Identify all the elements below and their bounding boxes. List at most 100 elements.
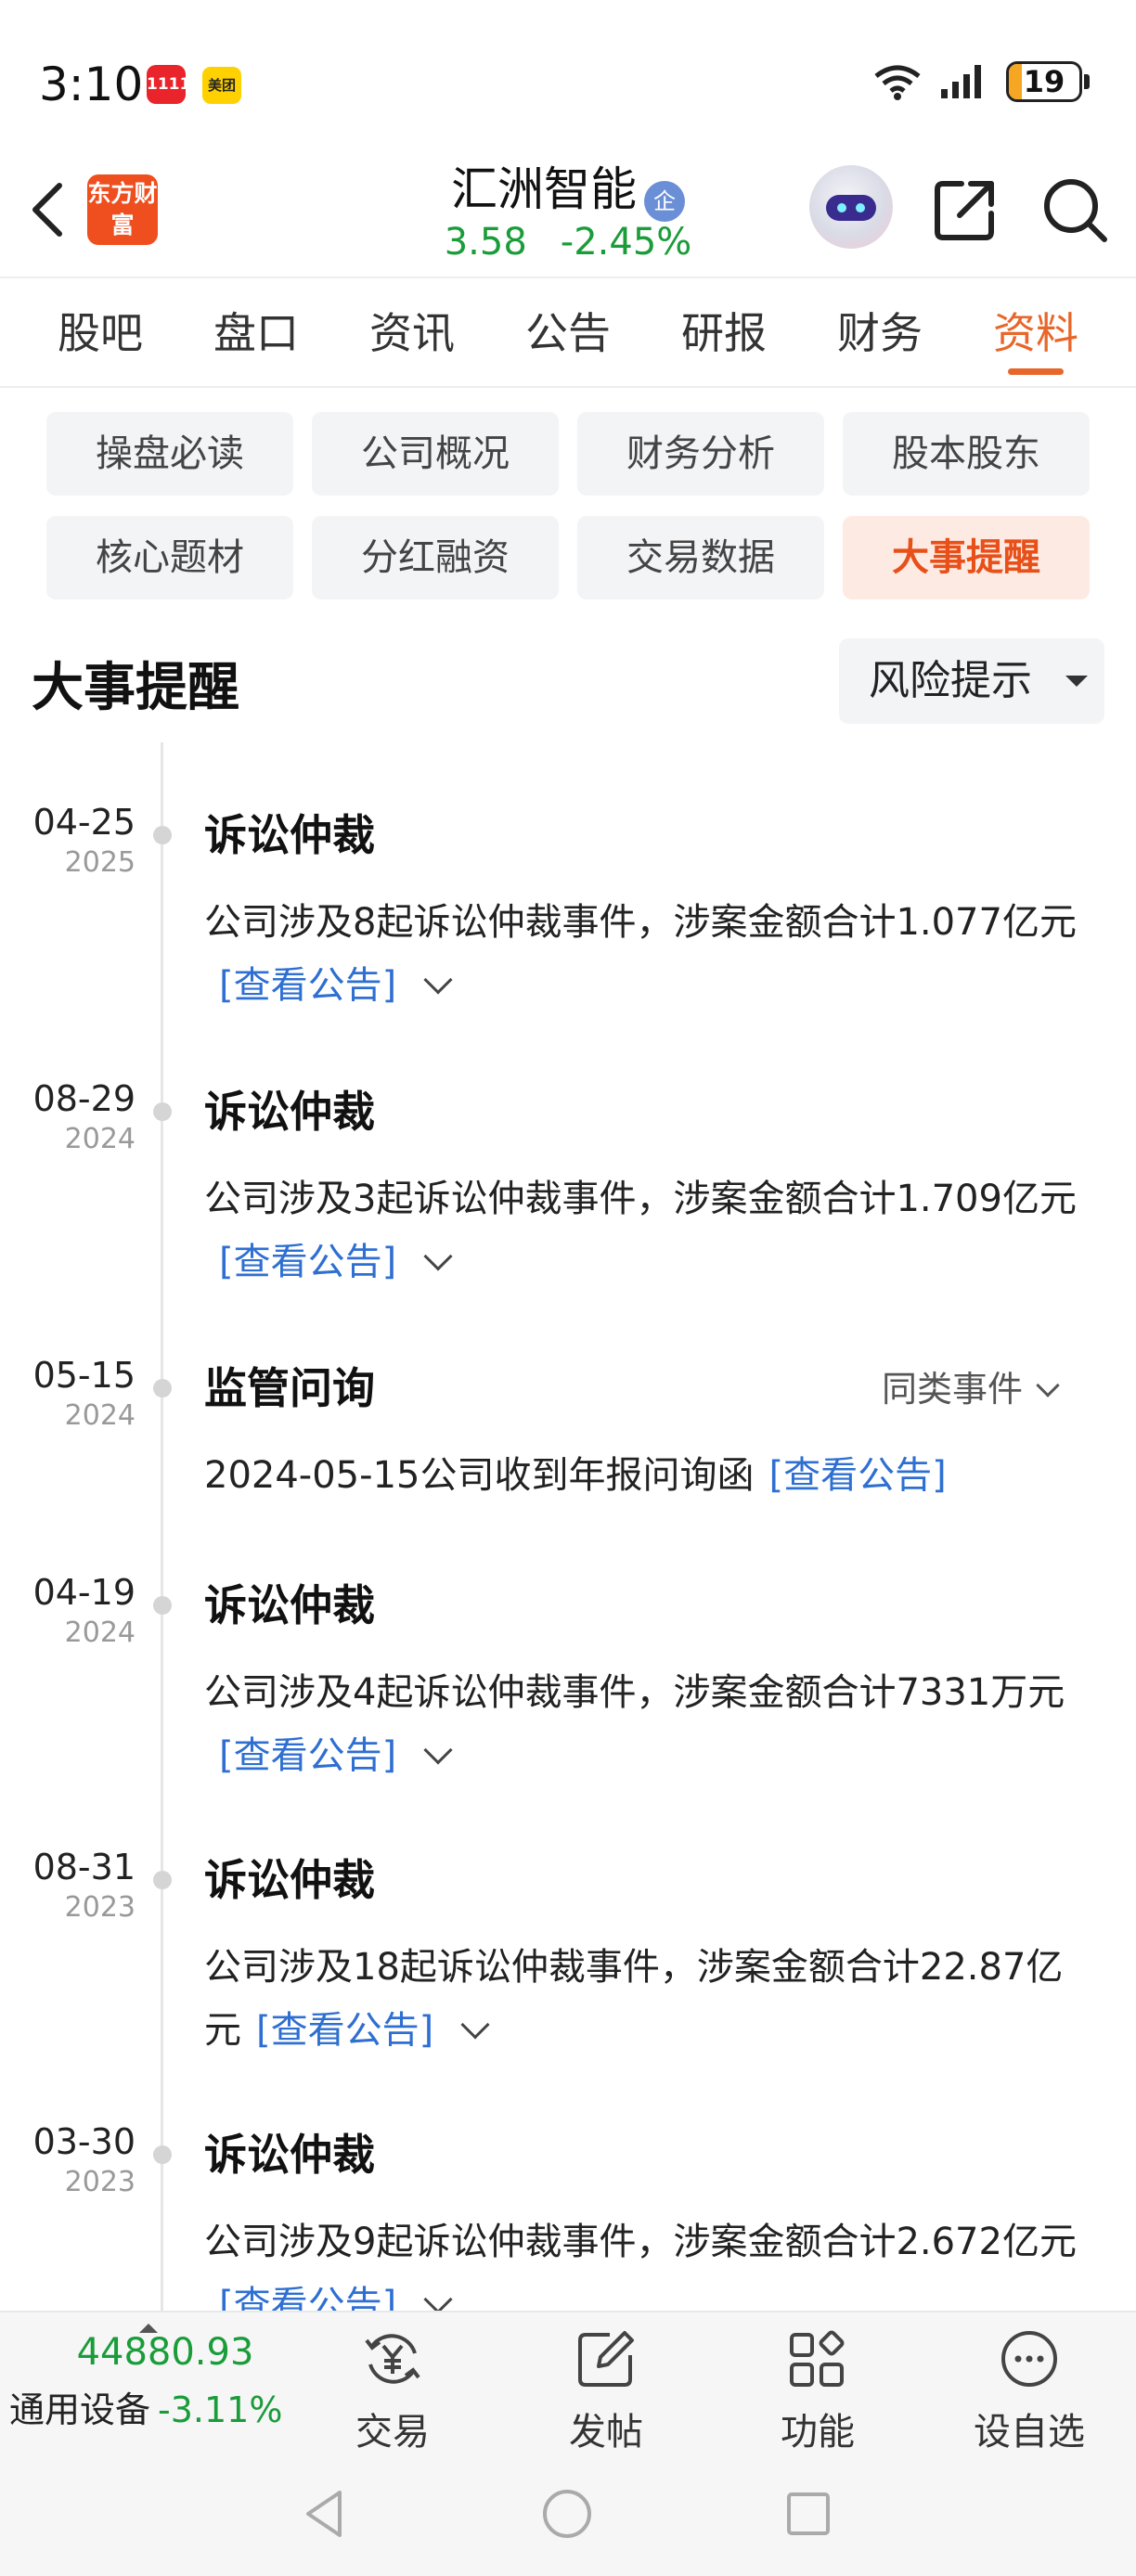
sub-tabs: 操盘必读 公司概况 财务分析 股本股东核心题材 分红融资 交易数据 大事提醒 [46, 412, 1091, 599]
functions-label: 功能 [781, 2411, 855, 2454]
grid-apps-icon [790, 2330, 845, 2387]
tab-4[interactable]: 研报 [681, 278, 767, 386]
expand-chevron-icon[interactable] [460, 2010, 490, 2040]
view-announcement-link[interactable]: [查看公告] [768, 1454, 946, 1497]
index-change: -3.11% [158, 2389, 283, 2430]
edit-post-icon [578, 2331, 634, 2387]
tab-0[interactable]: 股吧 [58, 278, 143, 386]
circle-home-icon [543, 2490, 591, 2538]
functions-button[interactable]: 功能 [748, 2325, 887, 2455]
timeline-dot [153, 1871, 172, 1889]
subtab-5[interactable]: 分红融资 [312, 516, 559, 599]
tab-2[interactable]: 资讯 [369, 278, 455, 386]
filter-label: 风险提示 [869, 657, 1032, 704]
event-title: 诉讼仲裁 [204, 1087, 375, 1137]
event-date: 08-29 [32, 1078, 136, 1119]
yuan-exchange-icon [365, 2334, 420, 2384]
stock-header: 东方财富 汇洲智能企 3.58 -2.45% [0, 139, 1136, 278]
event-description-text: 公司涉及4起诉讼仲裁事件，涉案金额合计7331万元 [204, 1671, 1065, 1714]
event-description: 2024-05-15公司收到年报问询函 [查看公告] [204, 1444, 1086, 1507]
ai-assistant-avatar[interactable] [809, 165, 893, 249]
signal-icon [941, 65, 981, 98]
event-description-text: 公司涉及3起诉讼仲裁事件，涉案金额合计1.709亿元 [204, 1178, 1077, 1220]
nav-back-button[interactable] [293, 2481, 358, 2546]
chevron-down-icon [1036, 1373, 1060, 1397]
triangle-back-icon [306, 2491, 342, 2537]
event-year: 2023 [64, 2166, 136, 2198]
caret-down-icon [1065, 676, 1088, 687]
share-button[interactable] [930, 174, 1000, 245]
view-announcement-link[interactable]: [查看公告] [219, 1734, 396, 1777]
expand-chevron-icon[interactable] [423, 1242, 453, 1271]
event-date: 03-30 [32, 2121, 136, 2162]
event-title: 诉讼仲裁 [204, 2130, 375, 2180]
event-title: 诉讼仲裁 [204, 1855, 375, 1905]
event-year: 2024 [64, 1616, 136, 1649]
timeline-line [161, 742, 163, 2320]
timeline-dot [153, 2145, 172, 2164]
event-date: 04-25 [32, 802, 136, 843]
index-value: 44880.93 [76, 2331, 254, 2374]
subtab-2[interactable]: 财务分析 [577, 412, 824, 496]
event-title: 监管问询 [204, 1363, 375, 1413]
enterprise-badge-icon: 企 [644, 180, 685, 222]
nav-recents-button[interactable] [776, 2481, 841, 2546]
square-recents-icon [787, 2492, 830, 2535]
status-icons: 19 [872, 61, 1090, 102]
event-description: 公司涉及3起诉讼仲裁事件，涉案金额合计1.709亿元 [查看公告] [204, 1167, 1086, 1294]
share-icon [935, 181, 994, 240]
section-title: 大事提醒 [32, 658, 239, 718]
tab-6[interactable]: 资料 [993, 278, 1078, 386]
subtab-7[interactable]: 大事提醒 [843, 516, 1090, 599]
event-year: 2024 [64, 1399, 136, 1432]
wifi-icon [874, 65, 921, 100]
similar-events-label: 同类事件 [882, 1369, 1024, 1410]
event-date: 05-15 [32, 1355, 136, 1396]
caret-up-icon [139, 2324, 158, 2333]
event-description-text: 公司涉及8起诉讼仲裁事件，涉案金额合计1.077亿元 [204, 901, 1077, 944]
subtab-0[interactable]: 操盘必读 [46, 412, 293, 496]
stock-name: 汇洲智能 [451, 162, 637, 216]
battery-icon: 19 [1006, 61, 1082, 102]
more-dots-icon [1001, 2331, 1057, 2387]
timeline-dot [153, 1102, 172, 1121]
battery-tip [1084, 74, 1090, 89]
view-announcement-link[interactable]: [查看公告] [219, 964, 396, 1007]
add-watchlist-button[interactable]: 设自选 [960, 2325, 1099, 2455]
bottom-toolbar: 44880.93 通用设备 -3.11% 交易 发帖 功能 设自选 [0, 2311, 1136, 2455]
timeline-dot [153, 826, 172, 844]
subtab-6[interactable]: 交易数据 [577, 516, 824, 599]
event-description: 公司涉及8起诉讼仲裁事件，涉案金额合计1.077亿元 [查看公告] [204, 891, 1086, 1017]
subtab-1[interactable]: 公司概况 [312, 412, 559, 496]
event-year: 2024 [64, 1123, 136, 1155]
view-announcement-link[interactable]: [查看公告] [219, 1241, 396, 1283]
event-description: 公司涉及4起诉讼仲裁事件，涉案金额合计7331万元 [查看公告] [204, 1661, 1086, 1787]
view-announcement-link[interactable]: [查看公告] [256, 2009, 433, 2052]
jd-app-icon: 1111 [147, 65, 190, 104]
expand-chevron-icon[interactable] [423, 965, 453, 995]
filter-dropdown[interactable]: 风险提示 [839, 638, 1104, 724]
battery-percent: 19 [1023, 64, 1065, 99]
similar-events-button[interactable]: 同类事件 [882, 1360, 1060, 1411]
meituan-app-icon: 美团 [202, 67, 241, 104]
nav-home-button[interactable] [535, 2481, 600, 2546]
tab-1[interactable]: 盘口 [213, 278, 299, 386]
subtab-3[interactable]: 股本股东 [843, 412, 1090, 496]
expand-chevron-icon[interactable] [423, 2285, 453, 2314]
search-icon [1044, 179, 1107, 242]
trade-button[interactable]: 交易 [323, 2325, 462, 2455]
stock-change: -2.45% [560, 221, 692, 264]
search-button[interactable] [1038, 173, 1112, 247]
expand-chevron-icon[interactable] [423, 1735, 453, 1765]
stock-price: 3.58 [444, 221, 527, 264]
subtab-4[interactable]: 核心题材 [46, 516, 293, 599]
post-button[interactable]: 发帖 [536, 2325, 676, 2455]
add-watchlist-label: 设自选 [974, 2411, 1085, 2454]
tab-3[interactable]: 公告 [525, 278, 611, 386]
event-date: 08-31 [32, 1847, 136, 1887]
robot-face-icon [826, 195, 876, 221]
event-title: 诉讼仲裁 [204, 1580, 375, 1630]
index-ticker[interactable]: 44880.93 通用设备 -3.11% [9, 2324, 303, 2432]
index-name: 通用设备 [9, 2389, 151, 2430]
tab-5[interactable]: 财务 [837, 278, 923, 386]
